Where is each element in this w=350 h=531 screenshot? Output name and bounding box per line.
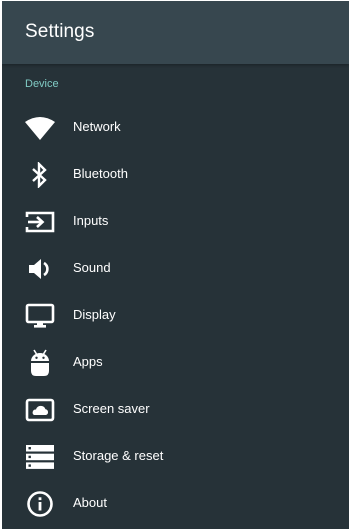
wifi-icon [24, 112, 56, 144]
menu-item-label: Screen saver [73, 401, 150, 416]
screensaver-icon [24, 394, 56, 426]
info-icon [24, 488, 56, 520]
app-header: Settings [2, 1, 349, 64]
menu-item-about[interactable]: About [2, 480, 349, 527]
menu-item-network[interactable]: Network [2, 104, 349, 151]
menu-item-storage-reset[interactable]: Storage & reset [2, 433, 349, 480]
menu-item-label: Sound [73, 260, 111, 275]
page-title: Settings [25, 21, 95, 42]
menu-item-sound[interactable]: Sound [2, 245, 349, 292]
bluetooth-icon [24, 159, 56, 191]
menu-item-display[interactable]: Display [2, 292, 349, 339]
menu-item-bluetooth[interactable]: Bluetooth [2, 151, 349, 198]
settings-panel: Settings Device Network Bluetooth Inputs… [2, 1, 349, 529]
menu-item-label: Inputs [73, 213, 109, 228]
section-label-device: Device [25, 78, 59, 90]
volume-icon [24, 253, 56, 285]
menu-item-label: Apps [73, 354, 103, 369]
android-icon [24, 347, 56, 379]
storage-icon [24, 441, 56, 473]
menu-item-label: Network [73, 119, 121, 134]
menu-item-label: Bluetooth [73, 166, 128, 181]
menu-item-label: Display [73, 307, 116, 322]
input-icon [24, 206, 56, 238]
menu-item-apps[interactable]: Apps [2, 339, 349, 386]
menu-item-label: About [73, 495, 107, 510]
menu-item-screen-saver[interactable]: Screen saver [2, 386, 349, 433]
monitor-icon [24, 300, 56, 332]
menu-item-label: Storage & reset [73, 448, 164, 463]
menu-item-inputs[interactable]: Inputs [2, 198, 349, 245]
